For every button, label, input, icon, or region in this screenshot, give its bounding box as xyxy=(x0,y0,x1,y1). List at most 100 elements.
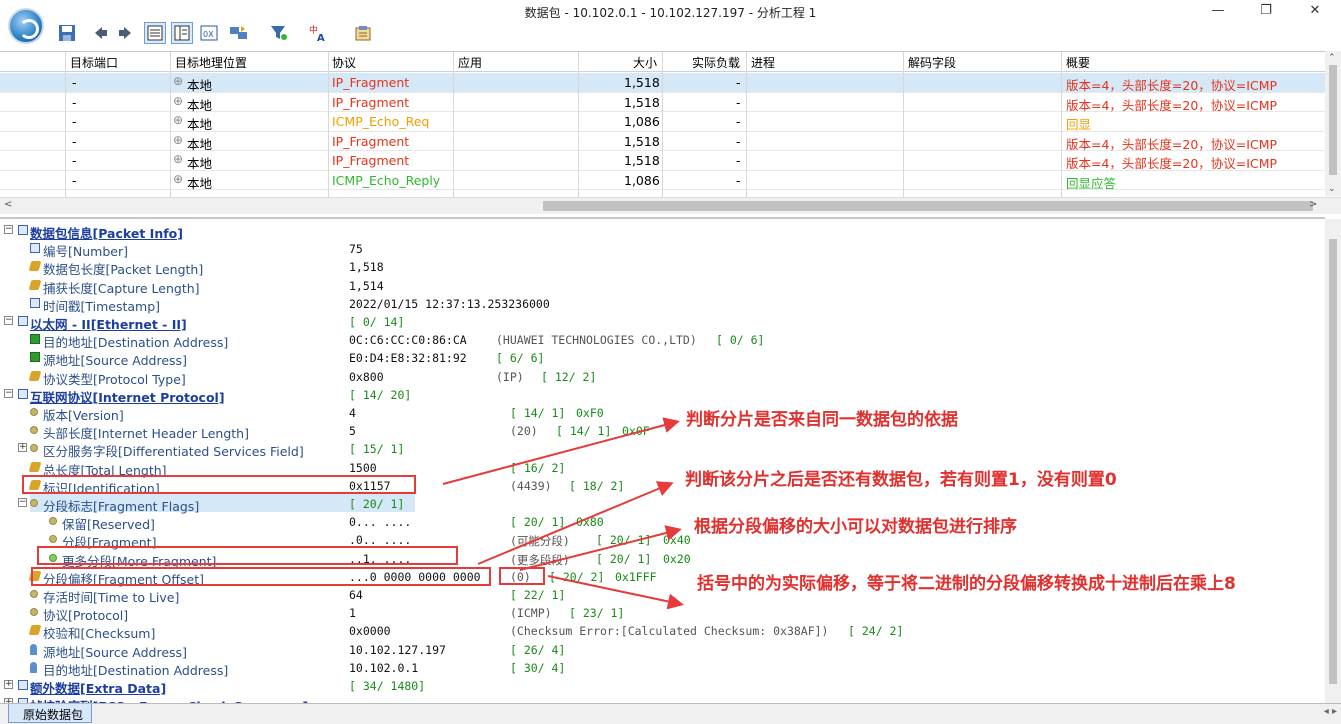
tree-offset-range: [ 16/ 2] xyxy=(510,460,566,475)
expand-toggle-icon[interactable]: − xyxy=(4,225,13,234)
tree-node[interactable]: 目的地址[Destination Address] 0C:C6:CC:C0:86:… xyxy=(0,330,1325,350)
tree-offset-range: [ 20/ 1] xyxy=(596,551,652,566)
tab-scroll-arrows[interactable]: ◂ ▸ xyxy=(1324,706,1337,717)
restore-button[interactable]: ❐ xyxy=(1251,2,1281,20)
tree-node[interactable]: 源地址[Source Address] 10.102.127.197[ 26/ 4… xyxy=(0,640,1325,660)
tree-value: 75 xyxy=(349,242,363,257)
col-summary[interactable]: 概要 xyxy=(1066,54,1090,71)
cell-dest-geo: 本地 xyxy=(187,175,213,191)
close-button[interactable]: ✕ xyxy=(1300,2,1330,20)
tree-node[interactable]: − 数据包信息[Packet Info] xyxy=(0,221,1325,241)
tree-node[interactable]: − 分段标志[Fragment Flags][ 20/ 1] xyxy=(0,494,1325,514)
tree-node[interactable]: 协议[Protocol] 1 (ICMP)[ 23/ 1] xyxy=(0,603,1325,623)
forward-arrow-icon[interactable] xyxy=(114,22,136,44)
col-size[interactable]: 大小 xyxy=(633,54,657,71)
cell-protocol: IP_Fragment xyxy=(332,153,410,168)
col-dest-port[interactable]: 目标端口 xyxy=(70,54,118,71)
field-dot-icon xyxy=(30,499,38,507)
tree-explanation: (4439) xyxy=(510,478,552,493)
highlight-identification xyxy=(22,475,416,494)
col-protocol[interactable]: 协议 xyxy=(332,54,356,71)
globe-icon: ⊕ xyxy=(173,152,184,166)
tree-offset-range: [ 0/ 6] xyxy=(716,333,765,348)
annotation-more-fragment: 判断该分片之后是否还有数据包，若有则置1，没有则置0 xyxy=(685,470,1117,490)
cell-dest-geo: 本地 xyxy=(187,97,213,113)
transfer-icon[interactable] xyxy=(228,22,250,44)
expand-toggle-icon[interactable]: − xyxy=(4,316,13,325)
globe-icon: ⊕ xyxy=(173,74,184,88)
detail-view-icon[interactable] xyxy=(171,22,193,44)
col-dest-geo[interactable]: 目标地理位置 xyxy=(175,54,247,71)
tree-node[interactable]: 时间戳[Timestamp] 2022/01/15 12:37:13.253236… xyxy=(0,294,1325,314)
tree-label: 帧校验序列[FCS - Frame Check Sequence] xyxy=(30,696,308,703)
tree-vertical-scrollbar[interactable] xyxy=(1325,219,1341,703)
tree-value: E0:D4:E8:32:81:92 xyxy=(349,351,467,366)
globe-icon: ⊕ xyxy=(173,113,184,127)
expand-toggle-icon[interactable]: + xyxy=(18,443,27,453)
cell-size: 1,518 xyxy=(624,133,660,149)
cell-summary: 版本=4，头部长度=20，协议=ICMP xyxy=(1066,97,1278,113)
tree-node[interactable]: +帧校验序列[FCS - Frame Check Sequence] xyxy=(0,694,1325,703)
tree-node[interactable]: 版本[Version] 4[ 14/ 1] 0xF0 xyxy=(0,403,1325,423)
tree-node[interactable]: 协议类型[Protocol Type] 0x800 (IP)[ 12/ 2] xyxy=(0,367,1325,387)
tree-value: 0... .... xyxy=(349,515,412,530)
list-view-icon[interactable] xyxy=(144,22,166,44)
tree-offset-range: [ 0/ 14] xyxy=(349,315,405,329)
tree-value: 10.102.0.1 xyxy=(349,660,419,675)
annotation-offset-sort: 根据分段偏移的大小可以对数据包进行排序 xyxy=(694,517,1017,537)
expand-toggle-icon[interactable]: − xyxy=(4,388,13,398)
document-icon xyxy=(18,680,28,690)
tree-offset-range: [ 30/ 4] xyxy=(510,660,566,675)
list-horizontal-scrollbar[interactable]: < > xyxy=(0,197,1341,214)
highlight-fragment-offset xyxy=(31,567,491,586)
decode-language-icon[interactable]: 中A xyxy=(308,22,330,44)
tree-explanation: (可能分段) xyxy=(510,534,570,549)
tree-node[interactable]: 总长度[Total Length] 1500[ 16/ 2] xyxy=(0,458,1325,478)
back-arrow-icon[interactable] xyxy=(90,22,112,44)
cell-dest-port: - xyxy=(72,133,77,149)
col-process[interactable]: 进程 xyxy=(751,54,775,71)
tree-node[interactable]: 数据包长度[Packet Length] 1,518 xyxy=(0,257,1325,277)
cell-dest-geo: 本地 xyxy=(187,156,213,171)
col-application[interactable]: 应用 xyxy=(458,54,482,71)
cell-size: 1,518 xyxy=(624,94,660,110)
expand-toggle-icon[interactable]: + xyxy=(4,680,13,689)
tab-raw-packet[interactable]: 原始数据包 xyxy=(8,704,93,723)
tree-mask-hex: 0x0F xyxy=(622,424,650,439)
filter-icon[interactable] xyxy=(268,22,290,44)
tree-node[interactable]: 捕获长度[Capture Length] 1,514 xyxy=(0,276,1325,296)
tree-node[interactable]: 源地址[Source Address] E0:D4:E8:32:81:92[ 6/… xyxy=(0,348,1325,368)
tree-mask-hex: 0xF0 xyxy=(576,406,604,420)
tree-node[interactable]: + 区分服务字段[Differentiated Services Field][ … xyxy=(0,439,1325,459)
tree-node[interactable]: + 额外数据[Extra Data][ 34/ 1480] xyxy=(0,676,1325,696)
expand-toggle-icon[interactable]: − xyxy=(18,498,27,507)
tree-node[interactable]: 编号[Number] 75 xyxy=(0,239,1325,259)
tree-node[interactable]: 目的地址[Destination Address] 10.102.0.1[ 30/… xyxy=(0,658,1325,678)
field-dot-icon xyxy=(30,408,38,416)
col-decode-field[interactable]: 解码字段 xyxy=(908,54,956,71)
cell-summary: 版本=4，头部长度=20，协议=ICMP xyxy=(1066,78,1278,93)
tree-value: 2022/01/15 12:37:13.253236000 xyxy=(349,296,550,311)
tree-node[interactable]: − 互联网协议[Internet Protocol][ 14/ 20] xyxy=(0,385,1325,405)
col-payload[interactable]: 实际负载 xyxy=(692,54,740,71)
minimize-button[interactable]: — xyxy=(1203,2,1233,20)
list-vertical-scrollbar[interactable]: ⌃ ⌄ xyxy=(1325,51,1341,196)
tree-node[interactable]: 头部长度[Internet Header Length] 5 (20)[ 14/ 1… xyxy=(0,421,1325,441)
app-logo-icon[interactable] xyxy=(8,8,44,44)
tree-node[interactable]: − 以太网 - II[Ethernet - II][ 0/ 14] xyxy=(0,312,1325,332)
cell-size: 1,518 xyxy=(624,75,660,90)
hex-view-icon[interactable]: 0X xyxy=(198,22,220,44)
cell-payload: - xyxy=(736,153,741,168)
save-icon[interactable] xyxy=(56,22,78,44)
network-card-icon xyxy=(30,352,40,363)
tree-node[interactable]: 校验和[Checksum] 0x0000 (Checksum Error:[Calc… xyxy=(0,621,1325,641)
tree-offset-range: [ 12/ 2] xyxy=(541,369,597,384)
document-icon xyxy=(18,388,28,399)
tag-icon xyxy=(28,625,42,636)
tree-value: 5 xyxy=(349,424,356,439)
settings-icon[interactable] xyxy=(352,22,374,44)
cell-protocol: IP_Fragment xyxy=(332,94,410,110)
cell-protocol: IP_Fragment xyxy=(332,133,410,149)
tree-node[interactable]: 保留[Reserved] 0... ....[ 20/ 1] 0x80 xyxy=(0,512,1325,532)
cell-summary: 回显应答 xyxy=(1066,175,1117,191)
